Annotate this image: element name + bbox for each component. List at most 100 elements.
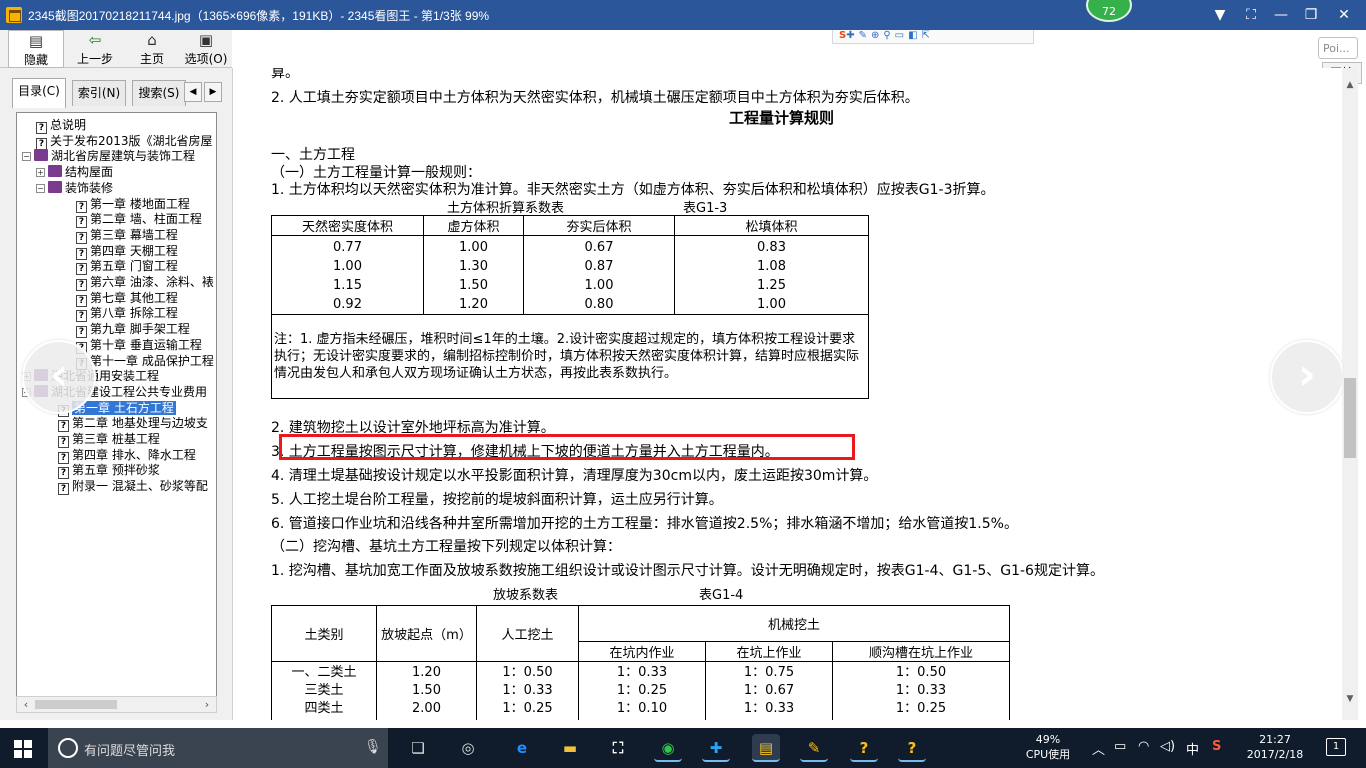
volume-icon[interactable]: ◁) xyxy=(1160,739,1175,754)
help-file-1-icon[interactable]: ? xyxy=(850,734,878,762)
scroll-up-icon[interactable]: ▲ xyxy=(1342,80,1358,90)
tree-item[interactable]: ? 第九章 脚手架工程 xyxy=(76,322,190,339)
browser-360-icon[interactable]: ◎ xyxy=(454,734,482,762)
task-view-icon[interactable]: ❏ xyxy=(404,734,432,762)
store-icon[interactable]: ⛶ xyxy=(604,734,632,762)
tree-item[interactable]: ? 第三章 桩基工程 xyxy=(58,432,160,448)
sogou-ime-icon[interactable]: S xyxy=(1212,739,1221,754)
tab-scroll-left-icon[interactable]: ◀ xyxy=(184,82,202,102)
red-highlight-box xyxy=(279,434,855,460)
tree-item[interactable]: ? 关于发布2013版《湖北省房屋 xyxy=(36,134,213,150)
tab-contents[interactable]: 目录(C) xyxy=(12,78,66,108)
tree-item[interactable]: ? 第二章 墙、柱面工程 xyxy=(76,212,202,229)
cortana-search-box[interactable]: 有问题尽管问我 🎙 xyxy=(48,728,388,768)
battery-icon[interactable]: ▭ xyxy=(1114,739,1126,754)
scrollbar-thumb[interactable] xyxy=(35,700,117,709)
table2-header: 人工挖土 xyxy=(476,605,579,662)
book-icon xyxy=(48,165,62,178)
nav-tabs: 目录(C) 索引(N) 搜索(S) ◀ ▶ xyxy=(12,78,222,108)
table1-header: 虚方体积 xyxy=(423,215,524,236)
tree-item[interactable]: ? 第二章 地基处理与边坡支 xyxy=(58,416,208,433)
tree-item[interactable]: ?第十一章 成品保护工程 xyxy=(76,354,214,370)
tab-index[interactable]: 索引(N) xyxy=(72,80,126,106)
dropdown-icon[interactable]: ▼ xyxy=(1209,5,1231,25)
tree-item[interactable]: ? 第五章 预拌砂浆 xyxy=(58,463,160,480)
table2-col-along-trench: 1：0.50 1：0.33 1：0.25 xyxy=(832,661,1010,720)
edge-icon[interactable]: e xyxy=(508,734,536,762)
minimize-button[interactable]: — xyxy=(1270,5,1292,25)
system-clock[interactable]: 21:27 2017/2/18 xyxy=(1244,732,1306,762)
floating-toolbar[interactable]: S✚✎⊕⚲▭◧⇱ xyxy=(832,30,1034,44)
tab-search[interactable]: 搜索(S) xyxy=(132,80,186,106)
poi-input[interactable]: Poi... xyxy=(1318,37,1358,59)
notes-app-icon[interactable]: ✎ xyxy=(800,734,828,762)
table2-cell: 1：0.50 xyxy=(895,665,947,680)
tab-scroll-right-icon[interactable]: ▶ xyxy=(204,82,222,102)
document-vertical-scrollbar[interactable]: ▲ ▼ xyxy=(1342,68,1358,720)
tree-item[interactable]: ? 第四章 排水、降水工程 xyxy=(58,448,196,464)
action-center-icon[interactable]: 1 xyxy=(1326,738,1346,756)
collapse-icon[interactable]: − xyxy=(36,183,45,193)
tree-item[interactable]: ? 总说明 xyxy=(36,118,86,134)
tray-expand-icon[interactable]: ︿ xyxy=(1092,739,1105,758)
help-file-2-icon[interactable]: ? xyxy=(898,734,926,762)
cpu-usage-indicator[interactable]: 49% CPU使用 xyxy=(1022,732,1074,762)
next-image-button[interactable]: › xyxy=(1270,340,1344,414)
scroll-right-icon[interactable]: › xyxy=(200,698,214,711)
back-button[interactable]: ⇦ 上一步 xyxy=(66,30,124,68)
table1-cell: 1.00 xyxy=(757,297,786,312)
scroll-left-icon[interactable]: ‹ xyxy=(19,698,33,711)
table1-col-loose: 1.00 1.30 1.50 1.20 xyxy=(423,235,524,315)
tree-item[interactable]: ? 第四章 天棚工程 xyxy=(76,244,178,260)
image-viewer-taskbar-icon[interactable]: ▤ xyxy=(752,734,780,762)
tree-item[interactable]: ? 第八章 拆除工程 xyxy=(76,306,178,323)
tree-item[interactable]: − 湖北省房屋建筑与装饰工程 xyxy=(22,149,195,164)
table2-header: 土类别 xyxy=(271,605,377,662)
file-explorer-icon[interactable]: ▬ xyxy=(556,734,584,762)
tree-item[interactable]: ? 第七章 其他工程 xyxy=(76,291,178,307)
scroll-down-icon[interactable]: ▼ xyxy=(1342,694,1358,704)
table2-cell: 三类土 xyxy=(304,683,344,698)
home-button[interactable]: ⌂ 主页 xyxy=(126,30,178,68)
collapse-icon[interactable]: − xyxy=(22,152,31,162)
table1-cell: 1.00 xyxy=(333,259,362,274)
tree-item[interactable]: ? 第一章 楼地面工程 xyxy=(76,197,190,213)
table2-cell: 四类土 xyxy=(304,701,344,716)
tree-item[interactable]: ?第十章 垂直运输工程 xyxy=(76,338,202,354)
fullscreen-icon[interactable]: ⛶ xyxy=(1240,5,1262,25)
tree-item[interactable]: − 装饰装修 xyxy=(36,180,113,196)
doc-heading: 工程量计算规则 xyxy=(729,109,835,127)
table1-caption: 土方体积折算系数表 xyxy=(447,201,565,216)
doc-intro-2: 2. 人工填土夯实定额项目中土方体积为天然密实体积，机械填土碾压定额项目中土方体… xyxy=(271,90,919,106)
tree-item[interactable]: + 结构屋面 xyxy=(36,165,113,180)
tree-item[interactable]: ? 第六章 油漆、涂料、裱 xyxy=(76,275,214,291)
app-icon xyxy=(6,7,22,23)
tree-item[interactable]: ? 附录一 混凝土、砂浆等配 xyxy=(58,479,208,496)
previous-image-button[interactable]: ‹ xyxy=(22,340,96,414)
help-topic-icon: ? xyxy=(76,294,87,307)
restore-button[interactable]: ❐ xyxy=(1300,5,1322,25)
table2-col-manual: 1：0.50 1：0.33 1：0.25 xyxy=(476,661,579,720)
expand-icon[interactable]: + xyxy=(36,168,45,178)
doc-subsection-2: （二）挖沟槽、基坑土方工程量按下列规定以体积计算： xyxy=(271,539,621,555)
cortana-icon xyxy=(58,738,78,758)
tree-horizontal-scrollbar[interactable]: ‹ › xyxy=(16,696,217,713)
table2-cell: 1：0.50 xyxy=(502,665,553,680)
microphone-icon[interactable]: 🎙 xyxy=(364,739,382,755)
scrollbar-thumb[interactable] xyxy=(1344,378,1356,458)
wifi-icon[interactable]: ◠ xyxy=(1138,739,1149,754)
table2-caption: 放坡系数表 xyxy=(493,588,559,603)
perf-badge[interactable]: 72 xyxy=(1086,0,1132,22)
hide-button[interactable]: ▤ 隐藏 xyxy=(8,30,64,68)
options-button[interactable]: ▣ 选项(O) xyxy=(180,30,232,68)
ime-indicator[interactable]: 中 xyxy=(1186,739,1199,758)
app-green-icon[interactable]: ◉ xyxy=(654,734,682,762)
tree-item[interactable]: ? 第三章 幕墙工程 xyxy=(76,228,178,244)
table2-cell: 1：0.33 xyxy=(895,683,947,698)
tree-item[interactable]: ? 第五章 门窗工程 xyxy=(76,259,178,276)
table1-cell: 1.20 xyxy=(459,297,488,312)
close-button[interactable]: ✕ xyxy=(1333,5,1355,25)
tree-item-label: 第九章 脚手架工程 xyxy=(90,322,190,337)
app-blue-icon[interactable]: ✚ xyxy=(702,734,730,762)
windows-start-icon[interactable] xyxy=(14,740,32,758)
